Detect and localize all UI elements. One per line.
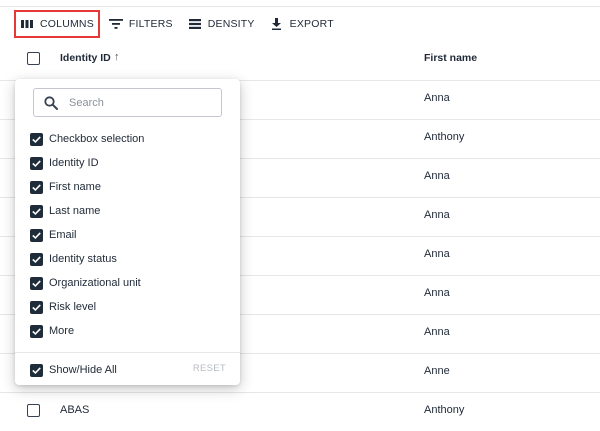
column-toggle-label: Checkbox selection	[49, 133, 145, 145]
sort-ascending-icon[interactable]: ↑	[114, 51, 120, 63]
columns-icon	[20, 17, 34, 31]
show-hide-all-toggle[interactable]: Show/Hide All	[30, 360, 117, 380]
density-label: DENSITY	[207, 18, 255, 30]
column-toggle-label: Identity status	[49, 253, 117, 265]
column-toggle-label: Last name	[49, 205, 101, 217]
row-checkbox[interactable]	[27, 404, 40, 417]
columns-panel: Checkbox selection Identity ID First nam…	[15, 79, 240, 385]
density-icon	[188, 17, 202, 31]
cell-first-name: Anne	[424, 365, 450, 377]
checked-checkbox[interactable]	[30, 180, 43, 194]
column-toggle-label: Organizational unit	[49, 277, 141, 289]
select-all-checkbox[interactable]	[27, 52, 40, 65]
cell-first-name: Anthony	[424, 131, 465, 143]
header-identity-id[interactable]: Identity ID	[60, 52, 111, 64]
grid-top-border	[0, 6, 600, 7]
cell-identity-id: ABAS	[60, 404, 90, 416]
column-toggle-label: More	[49, 325, 75, 337]
checked-checkbox[interactable]	[30, 156, 43, 170]
header-first-name[interactable]: First name	[424, 52, 477, 64]
column-search-input[interactable]	[67, 95, 211, 110]
column-toggle-identity-id[interactable]: Identity ID	[30, 153, 99, 173]
table-row[interactable]: ABAS Anthony	[0, 392, 600, 431]
checked-checkbox[interactable]	[30, 132, 43, 146]
column-toggle-label: First name	[49, 181, 101, 193]
column-search-box	[33, 88, 222, 117]
checked-checkbox[interactable]	[30, 252, 43, 266]
checked-checkbox[interactable]	[30, 363, 43, 377]
column-toggle-label: Risk level	[49, 301, 97, 313]
export-button[interactable]: EXPORT	[264, 10, 340, 38]
columns-label: COLUMNS	[40, 18, 94, 30]
cell-first-name: Anthony	[424, 404, 465, 416]
column-toggle-identity-status[interactable]: Identity status	[30, 249, 117, 269]
cell-first-name: Anna	[424, 326, 450, 338]
filter-icon	[108, 17, 123, 31]
density-button[interactable]: DENSITY	[182, 10, 261, 38]
checked-checkbox[interactable]	[30, 300, 43, 314]
table-header: Identity ID ↑ First name	[0, 40, 600, 81]
column-toggle-first-name[interactable]: First name	[30, 177, 101, 197]
column-toggle-risk-level[interactable]: Risk level	[30, 297, 96, 317]
checked-checkbox[interactable]	[30, 324, 43, 338]
checked-checkbox[interactable]	[30, 228, 43, 242]
column-toggle-checkbox-selection[interactable]: Checkbox selection	[30, 129, 144, 149]
download-icon	[270, 17, 284, 31]
cell-first-name: Anna	[424, 287, 450, 299]
search-icon	[44, 95, 58, 110]
export-label: EXPORT	[289, 18, 334, 30]
column-toggle-label: Email	[49, 229, 77, 241]
grid-toolbar: COLUMNS FILTERS DENSITY EXPORT	[14, 10, 340, 38]
column-toggle-label: Identity ID	[49, 157, 99, 169]
checked-checkbox[interactable]	[30, 204, 43, 218]
reset-button[interactable]: RESET	[193, 363, 226, 374]
column-toggle-last-name[interactable]: Last name	[30, 201, 100, 221]
filters-label: FILTERS	[128, 18, 173, 30]
cell-first-name: Anna	[424, 170, 450, 182]
cell-first-name: Anna	[424, 248, 450, 260]
column-toggle-more[interactable]: More	[30, 321, 74, 341]
panel-divider	[15, 352, 240, 353]
show-hide-all-label: Show/Hide All	[49, 364, 117, 376]
cell-first-name: Anna	[424, 92, 450, 104]
columns-button[interactable]: COLUMNS	[14, 10, 100, 38]
checked-checkbox[interactable]	[30, 276, 43, 290]
cell-first-name: Anna	[424, 209, 450, 221]
column-toggle-organizational-unit[interactable]: Organizational unit	[30, 273, 141, 293]
column-toggle-email[interactable]: Email	[30, 225, 77, 245]
filters-button[interactable]: FILTERS	[103, 10, 179, 38]
